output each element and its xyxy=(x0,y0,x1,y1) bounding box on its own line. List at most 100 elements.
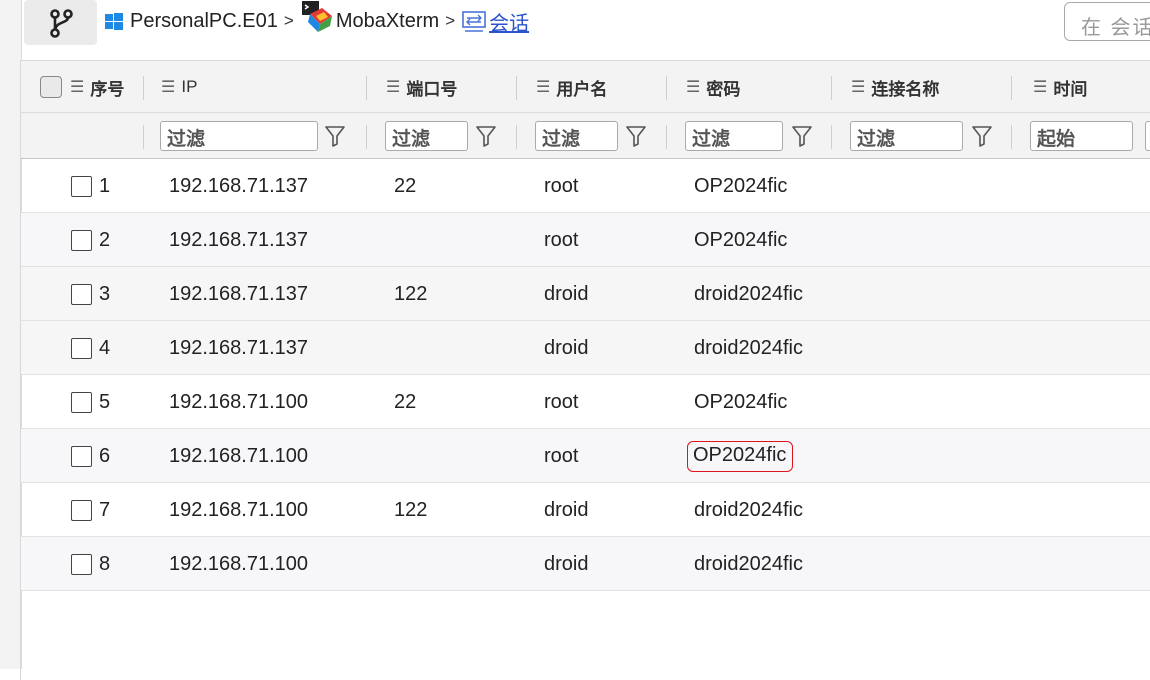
table-row[interactable]: 2 192.168.71.137 root OP2024fic xyxy=(21,213,1150,267)
cell-user: root xyxy=(544,444,579,467)
cell-port: 122 xyxy=(394,498,428,521)
filter-input-ip[interactable]: 过滤 xyxy=(160,121,318,151)
cell-ip: 192.168.71.137 xyxy=(169,336,309,359)
row-index: 8 xyxy=(99,552,111,575)
cell-ip: 192.168.71.100 xyxy=(169,444,309,467)
breadcrumb-item-pc[interactable]: PersonalPC.E01 xyxy=(104,10,278,33)
row-checkbox[interactable] xyxy=(71,283,92,305)
filter-input-time-start[interactable]: 起始 xyxy=(1030,121,1133,151)
cell-port: 122 xyxy=(394,282,428,305)
column-divider xyxy=(666,125,667,149)
row-checkbox[interactable] xyxy=(71,391,92,413)
row-index: 4 xyxy=(99,336,111,359)
cell-password: OP2024fic xyxy=(694,390,788,413)
filter-input-user[interactable]: 过滤 xyxy=(535,121,618,151)
header-time[interactable]: ☰ 时间 xyxy=(1033,61,1087,113)
cell-port: 22 xyxy=(394,174,417,197)
row-checkbox[interactable] xyxy=(71,499,92,521)
cell-ip: 192.168.71.100 xyxy=(169,498,309,521)
column-divider xyxy=(831,125,832,149)
column-divider[interactable] xyxy=(516,76,517,100)
session-icon xyxy=(462,11,486,32)
cell-ip: 192.168.71.137 xyxy=(169,282,309,305)
row-checkbox[interactable] xyxy=(71,337,92,359)
filter-funnel-icon[interactable] xyxy=(324,124,346,148)
highlighted-password: OP2024fic xyxy=(687,440,794,472)
header-index-label: 序号 xyxy=(90,79,125,99)
left-panel-edge xyxy=(0,0,22,669)
list-menu-icon: ☰ xyxy=(686,79,701,96)
cell-password: droid2024fic xyxy=(694,336,803,359)
breadcrumb-separator: > xyxy=(445,11,456,30)
cell-index: 8 xyxy=(71,537,110,591)
row-index: 2 xyxy=(99,228,111,251)
cell-index: 6 xyxy=(71,429,110,483)
header-port[interactable]: ☰ 端口号 xyxy=(386,61,457,113)
list-menu-icon: ☰ xyxy=(161,79,176,96)
mobaxterm-icon xyxy=(301,1,332,32)
table-row[interactable]: 6 192.168.71.100 root OP2024fic xyxy=(21,429,1150,483)
cell-index: 7 xyxy=(71,483,110,537)
breadcrumb-separator: > xyxy=(283,11,294,30)
column-divider xyxy=(1011,125,1012,149)
filter-input-time-end[interactable] xyxy=(1145,121,1150,151)
header-ip[interactable]: ☰ IP xyxy=(161,61,197,113)
cell-index: 3 xyxy=(71,267,110,321)
filter-funnel-icon[interactable] xyxy=(625,124,647,148)
table-row[interactable]: 8 192.168.71.100 droid droid2024fic xyxy=(21,537,1150,591)
filter-funnel-icon[interactable] xyxy=(791,124,813,148)
branch-button[interactable] xyxy=(24,0,97,45)
filter-input-password[interactable]: 过滤 xyxy=(685,121,783,151)
filter-funnel-icon[interactable] xyxy=(475,124,497,148)
row-checkbox[interactable] xyxy=(71,553,92,575)
header-port-label: 端口号 xyxy=(406,79,458,99)
search-input[interactable]: 在 会话 xyxy=(1064,2,1150,41)
row-checkbox[interactable] xyxy=(71,175,92,197)
cell-password: OP2024fic xyxy=(694,174,788,197)
cell-user: root xyxy=(544,228,579,251)
row-checkbox[interactable] xyxy=(71,445,92,467)
table-header: ☰ 序号 ☰ IP ☰ 端口号 ☰ 用户名 ☰ 密码 ☰ 连接名称 ☰ 时间 xyxy=(21,61,1150,113)
cell-ip: 192.168.71.100 xyxy=(169,552,309,575)
top-bar: PersonalPC.E01 > MobaXterm > 会话 在 会话 xyxy=(22,0,1150,48)
cell-ip: 192.168.71.137 xyxy=(169,174,309,197)
filter-input-port[interactable]: 过滤 xyxy=(385,121,468,151)
header-time-label: 时间 xyxy=(1053,79,1088,99)
breadcrumb-item-session[interactable]: 会话 xyxy=(461,7,529,36)
filter-input-conn[interactable]: 过滤 xyxy=(850,121,963,151)
cell-password: droid2024fic xyxy=(694,498,803,521)
cell-index: 5 xyxy=(71,375,110,429)
header-user-label: 用户名 xyxy=(556,79,608,99)
cell-user: droid xyxy=(544,336,589,359)
header-conn[interactable]: ☰ 连接名称 xyxy=(851,61,939,113)
column-divider xyxy=(143,125,144,149)
header-index[interactable]: ☰ 序号 xyxy=(40,61,124,113)
column-divider[interactable] xyxy=(143,76,144,100)
git-branch-icon xyxy=(49,8,73,38)
list-menu-icon: ☰ xyxy=(70,79,85,96)
table-row[interactable]: 1 192.168.71.137 22 root OP2024fic xyxy=(21,159,1150,213)
header-ip-label: IP xyxy=(181,77,198,96)
row-index: 1 xyxy=(99,174,111,197)
header-password[interactable]: ☰ 密码 xyxy=(686,61,740,113)
cell-password: droid2024fic xyxy=(694,282,803,305)
header-user[interactable]: ☰ 用户名 xyxy=(536,61,607,113)
list-menu-icon: ☰ xyxy=(536,79,551,96)
column-divider[interactable] xyxy=(831,76,832,100)
cell-port: 22 xyxy=(394,390,417,413)
cell-password: OP2024fic xyxy=(687,429,794,483)
column-divider[interactable] xyxy=(666,76,667,100)
row-index: 6 xyxy=(99,444,111,467)
column-divider[interactable] xyxy=(1011,76,1012,100)
row-checkbox[interactable] xyxy=(71,229,92,251)
column-divider xyxy=(516,125,517,149)
column-divider[interactable] xyxy=(366,76,367,100)
cell-ip: 192.168.71.100 xyxy=(169,390,309,413)
table-row[interactable]: 7 192.168.71.100 122 droid droid2024fic xyxy=(21,483,1150,537)
table-row[interactable]: 5 192.168.71.100 22 root OP2024fic xyxy=(21,375,1150,429)
filter-funnel-icon[interactable] xyxy=(971,124,993,148)
breadcrumb-item-mobaxterm[interactable]: MobaXterm xyxy=(300,1,439,34)
table-row[interactable]: 4 192.168.71.137 droid droid2024fic xyxy=(21,321,1150,375)
table-row[interactable]: 3 192.168.71.137 122 droid droid2024fic xyxy=(21,267,1150,321)
select-all-checkbox[interactable] xyxy=(40,76,62,98)
